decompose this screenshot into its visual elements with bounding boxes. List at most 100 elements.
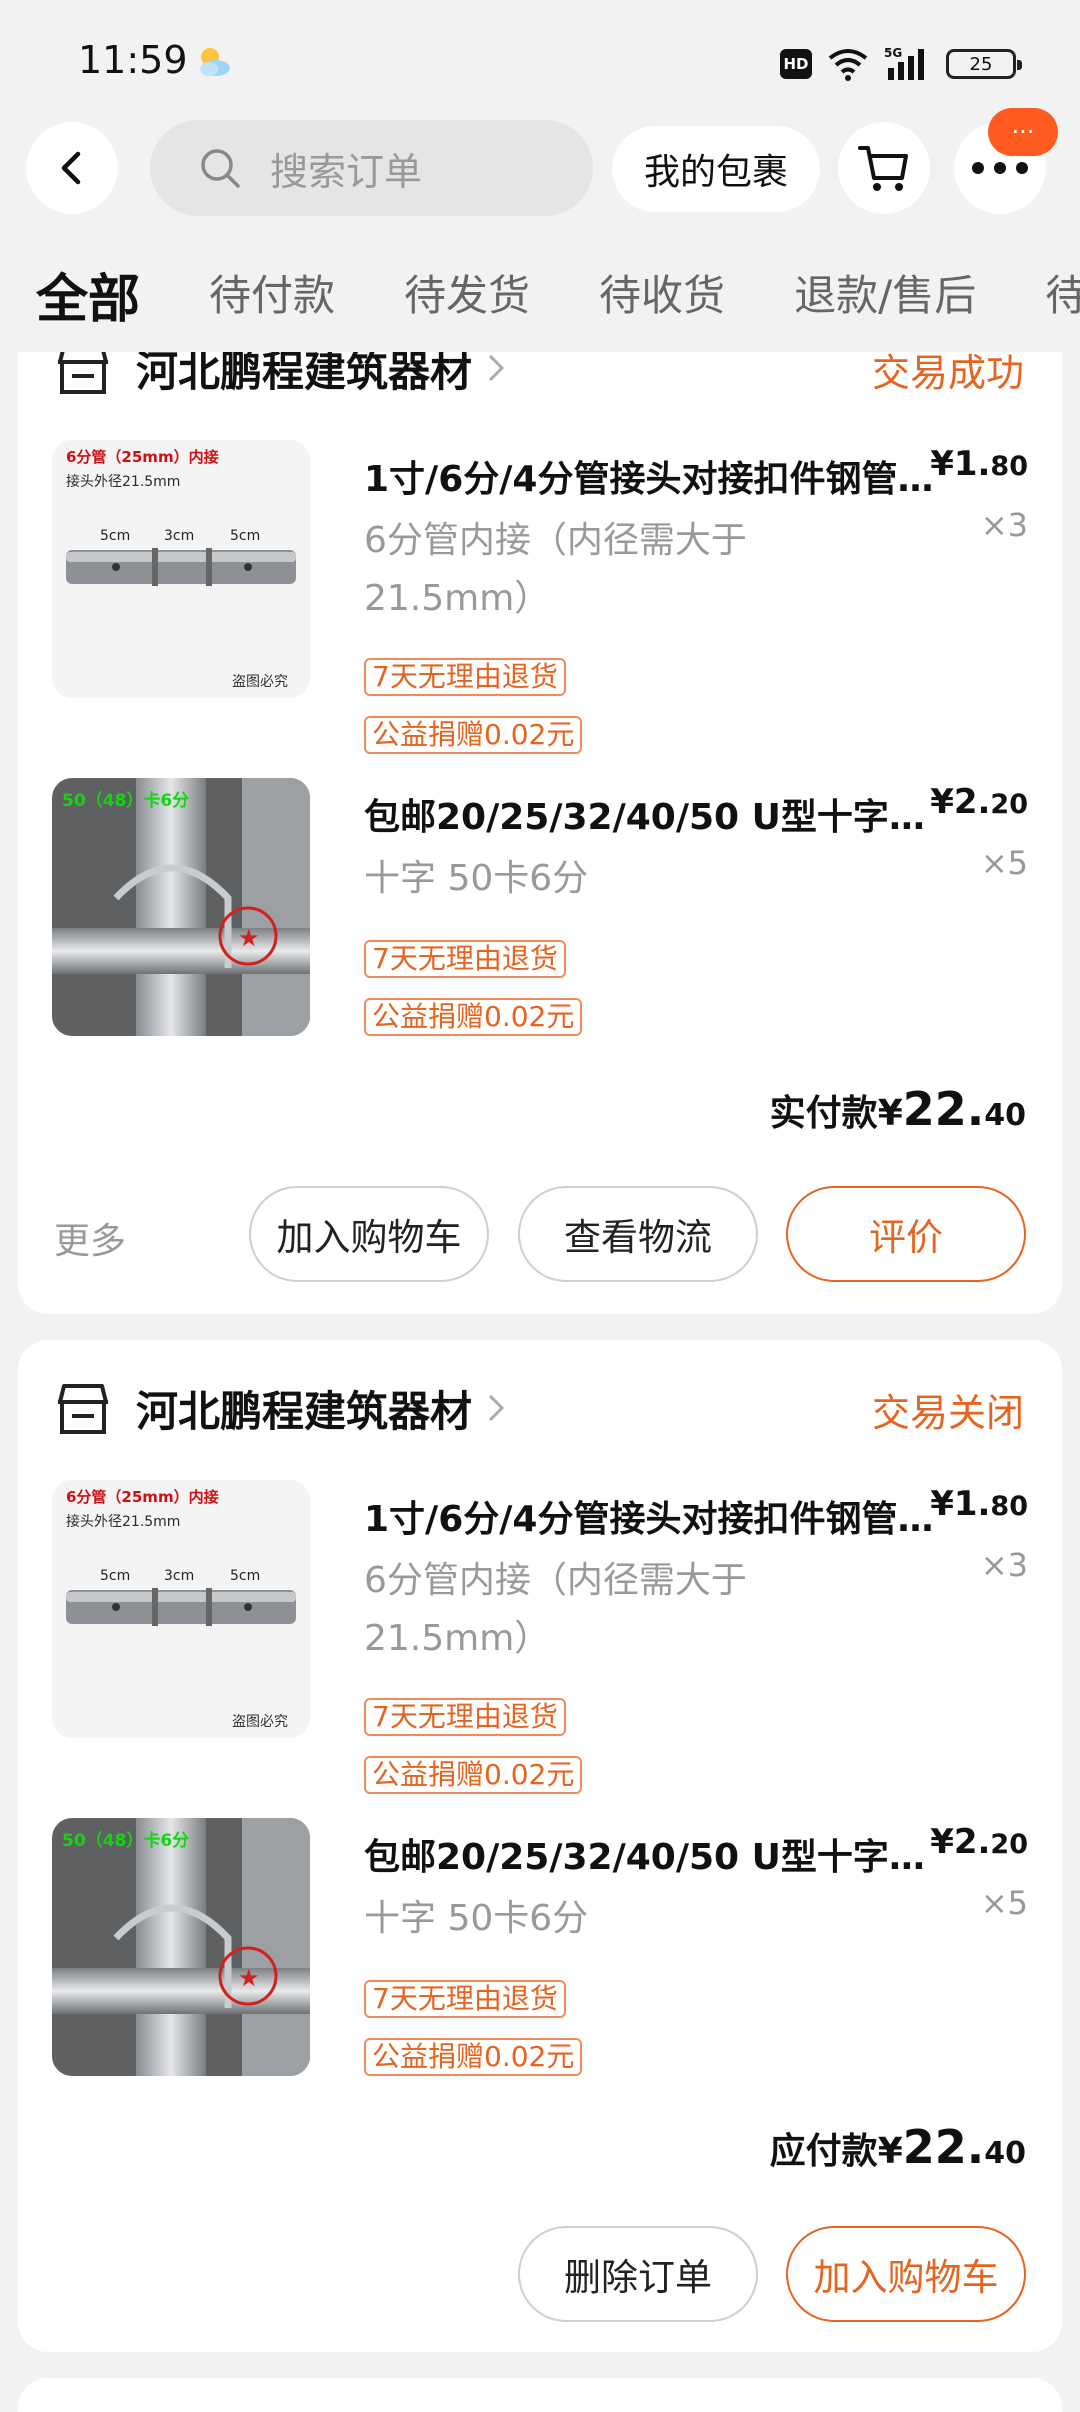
message-badge[interactable]: ··· <box>988 108 1058 156</box>
delete-order-button[interactable]: 删除订单 <box>518 2226 758 2322</box>
item-price: ¥2.20 <box>930 782 1028 822</box>
more-actions-link[interactable]: 更多 <box>54 1212 126 1264</box>
item-title[interactable]: 包邮20/25/32/40/50 U型十字卡扣 <box>364 1828 944 1880</box>
order-card[interactable] <box>18 2378 1062 2412</box>
image-label: 盗图必究 <box>232 1714 288 1730</box>
product-image[interactable]: ★ 50（48）卡6分 <box>52 778 310 1036</box>
order-item[interactable]: 6分管（25mm）内接 接头外径21.5mm 5cm 3cm 5cm 盗图必究 … <box>52 440 1028 754</box>
total-cents: 40 <box>984 1098 1026 1133</box>
charity-tag: 公益捐赠0.02元 <box>364 2038 583 2076</box>
charity-tag: 公益捐赠0.02元 <box>364 1756 583 1794</box>
my-packages-button[interactable]: 我的包裹 <box>612 126 820 212</box>
shop-header[interactable]: 河北鹏程建筑器材 交易关闭 <box>54 1376 1024 1446</box>
total-label: 应付款 <box>769 2131 878 2172</box>
item-title[interactable]: 1寸/6分/4分管接头对接扣件钢管连接件 <box>364 1490 944 1542</box>
item-sku: 十字 50卡6分 <box>364 1898 589 1939</box>
signal-icon: 5G <box>884 46 924 80</box>
order-status: 交易关闭 <box>871 1391 1024 1435</box>
battery-icon: 25 <box>946 49 1022 79</box>
status-time: 11:59 <box>78 38 188 82</box>
back-arrow-icon <box>61 151 81 185</box>
image-label: 5cm <box>230 1568 260 1584</box>
image-label: 接头外径21.5mm <box>66 1513 180 1530</box>
svg-text:★: ★ <box>238 1964 260 1992</box>
image-label: 接头外径21.5mm <box>66 473 180 490</box>
order-card[interactable]: 河北鹏程建筑器材 交易关闭 6分管（25mm）内接 接头外径21.5mm 5cm… <box>18 1340 1062 2352</box>
item-quantity: ×3 <box>980 1546 1028 1584</box>
price-cents: 20 <box>990 1829 1028 1860</box>
top-header: 11:59 HD 5G 25 搜索订单 我的包裹 ··· 全部 待付款 待发货 … <box>0 0 1080 352</box>
add-to-cart-button[interactable]: 加入购物车 <box>786 2226 1026 2322</box>
search-placeholder: 搜索订单 <box>270 149 423 194</box>
search-bar[interactable]: 搜索订单 <box>150 120 593 216</box>
tab-pending-payment[interactable]: 待付款 <box>209 262 335 323</box>
image-label: 50（48）卡6分 <box>62 790 189 811</box>
return-policy-tag: 7天无理由退货 <box>364 1698 566 1736</box>
product-image[interactable]: 6分管（25mm）内接 接头外径21.5mm 5cm 3cm 5cm 盗图必究 <box>52 1480 310 1738</box>
price-integer: ¥1. <box>930 1484 991 1524</box>
image-label: 5cm <box>100 1568 130 1584</box>
order-total: 应付款¥22.40 <box>770 2120 1026 2174</box>
hd-icon: HD <box>780 49 812 79</box>
order-item[interactable]: 6分管（25mm）内接 接头外径21.5mm 5cm 3cm 5cm 盗图必究 … <box>52 1480 1028 1794</box>
item-title[interactable]: 1寸/6分/4分管接头对接扣件钢管连接件 <box>364 450 944 502</box>
shop-icon <box>58 1384 108 1434</box>
charity-tag: 公益捐赠0.02元 <box>364 716 583 754</box>
price-cents: 20 <box>990 789 1028 820</box>
view-logistics-button[interactable]: 查看物流 <box>518 1186 758 1282</box>
total-integer: 22. <box>902 1082 985 1136</box>
tab-review[interactable]: 待 <box>1045 262 1080 323</box>
item-price: ¥1.80 <box>930 1484 1028 1524</box>
image-label: 6分管（25mm）内接 <box>66 1488 219 1506</box>
item-sku: 6分管内接（内径需大于21.5mm） <box>364 1560 747 1659</box>
image-label: 6分管（25mm）内接 <box>66 448 219 466</box>
item-quantity: ×3 <box>980 506 1028 544</box>
back-button[interactable] <box>26 122 118 214</box>
svg-text:★: ★ <box>238 924 260 952</box>
image-label: 5cm <box>230 528 260 544</box>
total-currency: ¥ <box>877 1093 903 1134</box>
tab-pending-shipment[interactable]: 待发货 <box>404 262 530 323</box>
chevron-right-icon <box>488 1394 505 1422</box>
order-item[interactable]: ★ 50（48）卡6分 包邮20/25/32/40/50 U型十字卡扣 十字 5… <box>52 1818 1028 2118</box>
order-item[interactable]: ★ 50（48）卡6分 包邮20/25/32/40/50 U型十字卡扣 十字 5… <box>52 778 1028 1078</box>
return-policy-tag: 7天无理由退货 <box>364 940 566 978</box>
price-integer: ¥1. <box>930 444 991 484</box>
item-sku: 十字 50卡6分 <box>364 858 589 899</box>
cart-button[interactable] <box>838 122 930 214</box>
image-label: 盗图必究 <box>232 674 288 690</box>
review-button[interactable]: 评价 <box>786 1186 1026 1282</box>
shop-name[interactable]: 河北鹏程建筑器材 <box>136 1378 472 1439</box>
charity-tag: 公益捐赠0.02元 <box>364 998 583 1036</box>
price-cents: 80 <box>990 1491 1028 1522</box>
price-integer: ¥2. <box>930 1822 991 1862</box>
product-image[interactable]: 6分管（25mm）内接 接头外径21.5mm 5cm 3cm 5cm 盗图必究 <box>52 440 310 698</box>
product-image[interactable]: ★ 50（48）卡6分 <box>52 1818 310 2076</box>
item-price: ¥1.80 <box>930 444 1028 484</box>
price-cents: 80 <box>990 451 1028 482</box>
item-title[interactable]: 包邮20/25/32/40/50 U型十字卡扣 <box>364 788 944 840</box>
item-quantity: ×5 <box>980 1884 1028 1922</box>
tab-pending-receipt[interactable]: 待收货 <box>599 262 725 323</box>
item-quantity: ×5 <box>980 844 1028 882</box>
item-price: ¥2.20 <box>930 1822 1028 1862</box>
svg-text:5G: 5G <box>884 46 902 60</box>
add-to-cart-button[interactable]: 加入购物车 <box>249 1186 489 1282</box>
image-label: 3cm <box>164 528 194 544</box>
total-label: 实付款 <box>769 1093 878 1134</box>
wifi-icon <box>828 49 868 81</box>
total-cents: 40 <box>984 2136 1026 2171</box>
tab-refund[interactable]: 退款/售后 <box>794 262 976 323</box>
status-bar: 11:59 HD 5G 25 <box>0 0 1080 120</box>
search-icon <box>201 149 240 188</box>
order-card[interactable]: 河北鹏程建筑器材 交易成功 6分管（25mm）内接 接头外径21.5mm 5cm… <box>18 300 1062 1314</box>
order-total: 实付款¥22.40 <box>770 1082 1026 1136</box>
price-integer: ¥2. <box>930 782 991 822</box>
item-sku: 6分管内接（内径需大于21.5mm） <box>364 520 747 619</box>
nav-row: 搜索订单 我的包裹 <box>0 120 1080 220</box>
weather-icon <box>200 48 230 76</box>
tab-all[interactable]: 全部 <box>36 257 140 332</box>
image-label: 3cm <box>164 1568 194 1584</box>
return-policy-tag: 7天无理由退货 <box>364 1980 566 2018</box>
total-integer: 22. <box>902 2120 985 2174</box>
